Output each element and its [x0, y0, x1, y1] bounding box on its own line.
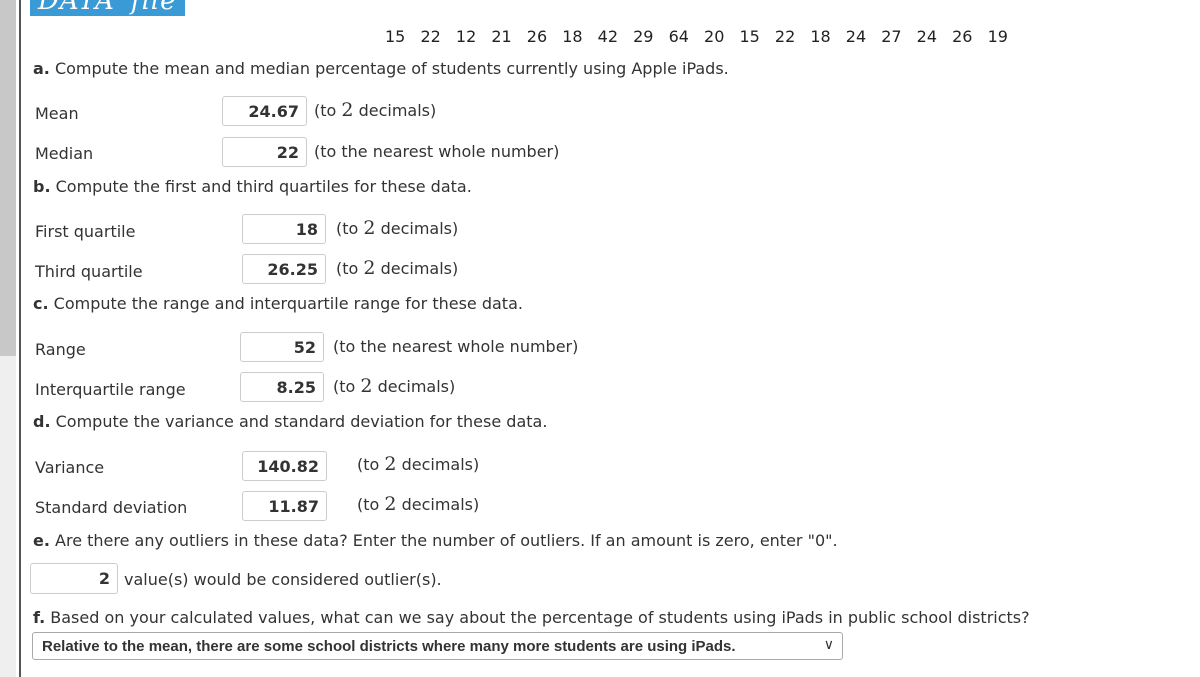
median-hint: (to the nearest whole number)	[314, 142, 560, 161]
scrollbar[interactable]	[0, 0, 16, 356]
q3-input[interactable]: 26.25	[242, 254, 326, 284]
question-d: d. Compute the variance and standard dev…	[33, 412, 548, 431]
scrollbar-track[interactable]	[0, 356, 16, 677]
sd-label: Standard deviation	[35, 498, 188, 517]
question-e: e. Are there any outliers in these data?…	[33, 531, 838, 550]
range-input[interactable]: 52	[240, 332, 324, 362]
divider	[19, 0, 21, 677]
range-label: Range	[35, 340, 86, 359]
mean-input[interactable]: 24.67	[222, 96, 307, 126]
iqr-input[interactable]: 8.25	[240, 372, 324, 402]
question-c: c. Compute the range and interquartile r…	[33, 294, 523, 313]
sd-hint: (to 2 decimals)	[357, 493, 480, 515]
question-b: b. Compute the first and third quartiles…	[33, 177, 472, 196]
q3-label: Third quartile	[35, 262, 143, 281]
conclusion-select[interactable]: Relative to the mean, there are some sch…	[32, 632, 843, 660]
iqr-hint: (to 2 decimals)	[333, 375, 456, 397]
q1-hint: (to 2 decimals)	[336, 217, 459, 239]
question-a: a. Compute the mean and median percentag…	[33, 59, 729, 78]
q1-label: First quartile	[35, 222, 136, 241]
selected-option: Relative to the mean, there are some sch…	[42, 638, 736, 655]
mean-hint: (to 2 decimals)	[314, 99, 437, 121]
variance-input[interactable]: 140.82	[242, 451, 327, 481]
outliers-suffix: value(s) would be considered outlier(s).	[124, 570, 442, 589]
sd-input[interactable]: 11.87	[242, 491, 327, 521]
variance-hint: (to 2 decimals)	[357, 453, 480, 475]
q1-input[interactable]: 18	[242, 214, 326, 244]
chevron-down-icon: ∨	[823, 636, 834, 652]
range-hint: (to the nearest whole number)	[333, 337, 579, 356]
median-input[interactable]: 22	[222, 137, 307, 167]
iqr-label: Interquartile range	[35, 380, 186, 399]
datafile-logo[interactable]: DATA file	[30, 0, 185, 16]
outliers-input[interactable]: 2	[30, 563, 118, 594]
mean-label: Mean	[35, 104, 79, 123]
q3-hint: (to 2 decimals)	[336, 257, 459, 279]
question-f: f. Based on your calculated values, what…	[33, 608, 1030, 627]
variance-label: Variance	[35, 458, 105, 477]
median-label: Median	[35, 144, 94, 163]
data-values: 15 22 12 21 26 18 42 29 64 20 15 22 18 2…	[385, 27, 1008, 46]
